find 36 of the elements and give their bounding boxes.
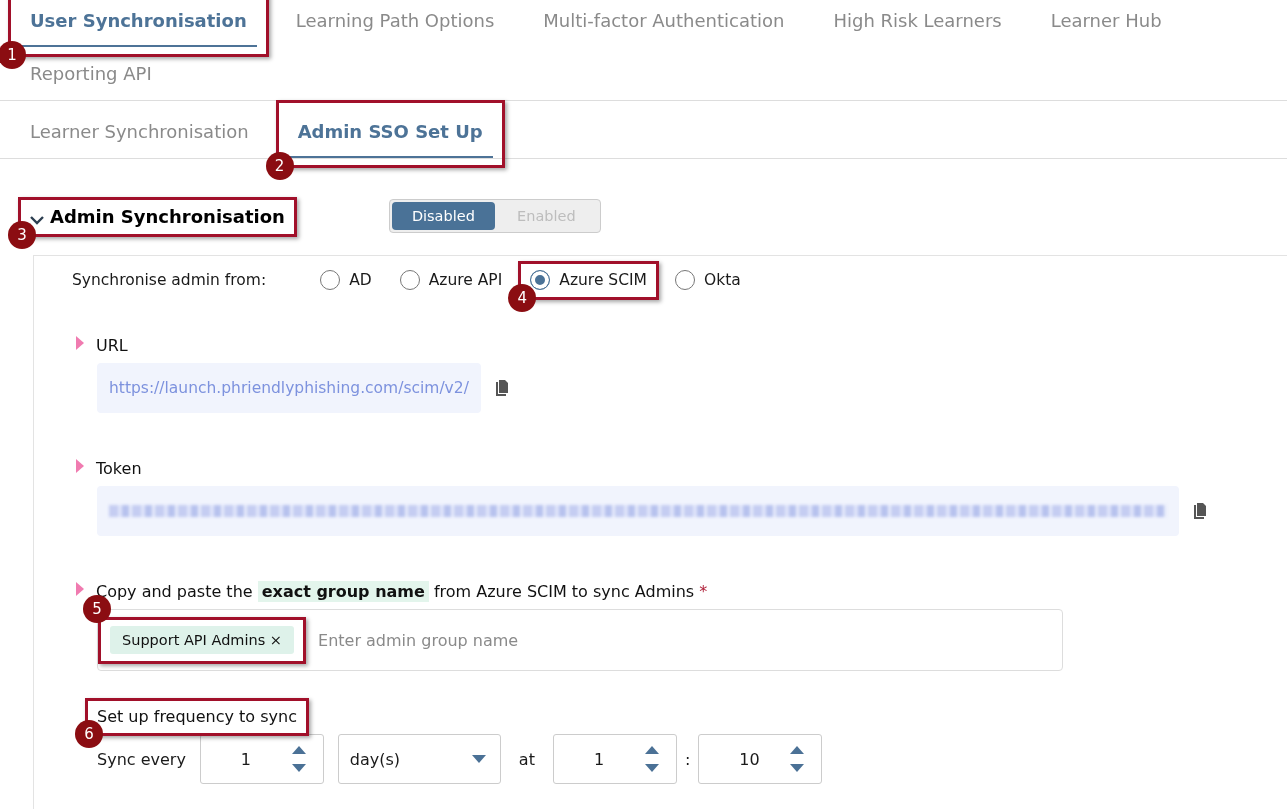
number-stepper[interactable]: 10	[698, 734, 823, 784]
tab[interactable]: High Risk Learners	[823, 0, 1012, 47]
tab[interactable]: Admin SSO Set Up	[287, 109, 493, 158]
section-title: Admin Synchronisation	[50, 205, 285, 227]
radio-option[interactable]: AD	[320, 270, 372, 290]
tag-chip[interactable]: Support API Admins ×	[110, 626, 294, 654]
field-label: at	[518, 749, 535, 769]
tab[interactable]: Learner Hub	[1040, 0, 1172, 47]
token-field[interactable]	[97, 486, 1179, 536]
field-label: Token	[96, 459, 142, 478]
tab[interactable]: User Synchronisation	[20, 0, 257, 47]
step-badge: 3	[8, 220, 36, 249]
step-badge: 1	[0, 41, 26, 69]
radio-option[interactable]: Okta	[674, 270, 741, 290]
tab[interactable]: Learning Path Options	[285, 0, 505, 47]
number-stepper[interactable]: 1	[552, 734, 677, 784]
unit-dropdown[interactable]: day(s)	[337, 734, 501, 784]
tab[interactable]: Multi-factor Authentication	[533, 0, 795, 47]
copy-icon[interactable]	[494, 379, 509, 397]
step-badge: 2	[265, 152, 294, 180]
triangle-icon	[76, 582, 84, 596]
chevron-icon[interactable]	[30, 215, 44, 225]
step-badge: 4	[508, 284, 537, 312]
field-label: Sync every	[97, 749, 186, 769]
field-label: Synchronise admin from:	[72, 271, 267, 289]
field-label: URL	[96, 336, 128, 355]
triangle-icon	[76, 336, 84, 350]
toggle-option[interactable]: Disabled	[391, 202, 495, 230]
triangle-icon	[76, 459, 84, 473]
url-field[interactable]: https://launch.phriendlyphishing.com/scim/v2/	[97, 363, 481, 413]
tab[interactable]: Learner Synchronisation	[20, 109, 259, 158]
time-separator: :	[684, 749, 691, 769]
number-stepper[interactable]: 1	[199, 734, 324, 784]
caret-icon	[471, 755, 486, 763]
radio-option[interactable]: Azure API	[399, 270, 503, 290]
copy-icon[interactable]	[1193, 502, 1207, 520]
